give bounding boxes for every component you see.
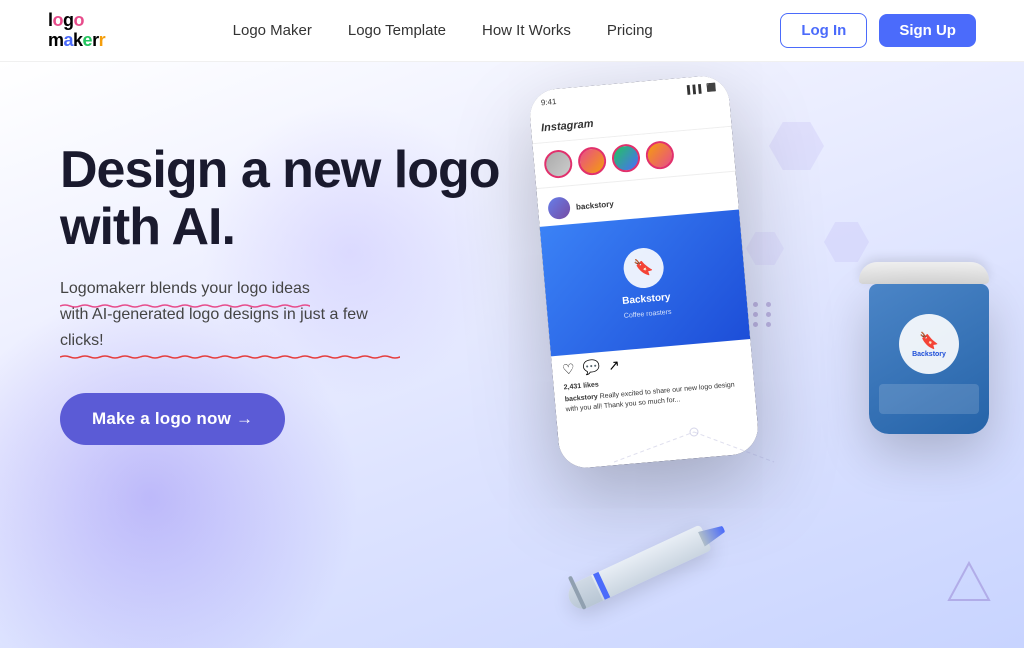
navbar: logo makerr Logo Maker Logo Template How… — [0, 0, 1024, 62]
signup-button[interactable]: Sign Up — [879, 14, 976, 47]
story-2 — [577, 146, 607, 176]
hero-subtitle-part1: Logomakerr blends your logo ideas — [60, 276, 310, 302]
logo-a: a — [64, 30, 74, 50]
marker-body — [564, 525, 712, 614]
instagram-post: backstory 🔖 Backstory Coffee roasters ♡ … — [537, 176, 756, 422]
hero-right: 9:41 ▌▌▌ ⬛ Instagram backstory — [464, 62, 1024, 648]
post-brand-name: Backstory — [622, 292, 671, 307]
nav-actions: Log In Sign Up — [780, 13, 976, 48]
hero-subtitle-part2: with AI-generated logo designs in just a… — [60, 302, 400, 353]
instagram-logo: Instagram — [541, 118, 594, 135]
phone-mockup: 9:41 ▌▌▌ ⬛ Instagram backstory — [528, 74, 760, 470]
story-3 — [611, 143, 641, 173]
cup-brand-name: Backstory — [912, 351, 946, 358]
post-brand-tagline: Coffee roasters — [624, 309, 672, 320]
sketch-lines — [614, 412, 814, 512]
story-1 — [543, 149, 573, 179]
marker-tip — [698, 522, 727, 547]
hero-title-line1: Design a new logo — [60, 141, 500, 199]
logo-line1: logo — [48, 11, 105, 31]
marker-pen — [564, 512, 744, 624]
phone-time: 9:41 — [540, 97, 556, 107]
triangle-svg — [944, 558, 994, 608]
nav-links: Logo Maker Logo Template How It Works Pr… — [233, 22, 653, 39]
post-avatar — [547, 196, 571, 220]
logo-r2: r — [99, 30, 106, 50]
nav-link-logo-maker[interactable]: Logo Maker — [233, 22, 312, 39]
cta-button[interactable]: Make a logo now → — [60, 393, 285, 445]
cup-body: 🔖 Backstory — [869, 284, 989, 434]
cup-lid — [859, 262, 989, 284]
phone-icons: ▌▌▌ ⬛ — [687, 83, 717, 95]
logo-e: e — [83, 30, 93, 50]
cup-sleeve — [879, 384, 979, 414]
logo[interactable]: logo makerr — [48, 11, 105, 51]
triangle-decoration — [944, 558, 994, 608]
login-button[interactable]: Log In — [780, 13, 867, 48]
cup-logo: 🔖 Backstory — [899, 314, 959, 374]
logo-line2: makerr — [48, 31, 105, 51]
nav-link-how-it-works[interactable]: How It Works — [482, 22, 571, 39]
post-username: backstory — [576, 199, 614, 211]
nav-link-pricing[interactable]: Pricing — [607, 22, 653, 39]
share-icon: ↗ — [607, 357, 620, 375]
post-image: 🔖 Backstory Coffee roasters — [540, 209, 751, 356]
logo-o2: o — [74, 10, 85, 30]
phone-inner: 9:41 ▌▌▌ ⬛ Instagram backstory — [528, 74, 760, 470]
hero-title-line2: with AI. — [60, 198, 235, 256]
story-4 — [645, 140, 675, 170]
hero-subtitle: Logomakerr blends your logo ideas with A… — [60, 276, 400, 353]
post-brand-logo: 🔖 — [622, 246, 665, 289]
comment-icon: 💬 — [582, 358, 601, 376]
cup-logo-icon: 🔖 — [919, 331, 939, 351]
hero-section: Design a new logo with AI. Logomakerr bl… — [0, 62, 1024, 648]
logo-o: o — [53, 10, 64, 30]
coffee-cup: 🔖 Backstory — [854, 262, 1004, 462]
like-icon: ♡ — [561, 360, 575, 378]
nav-link-logo-template[interactable]: Logo Template — [348, 22, 446, 39]
